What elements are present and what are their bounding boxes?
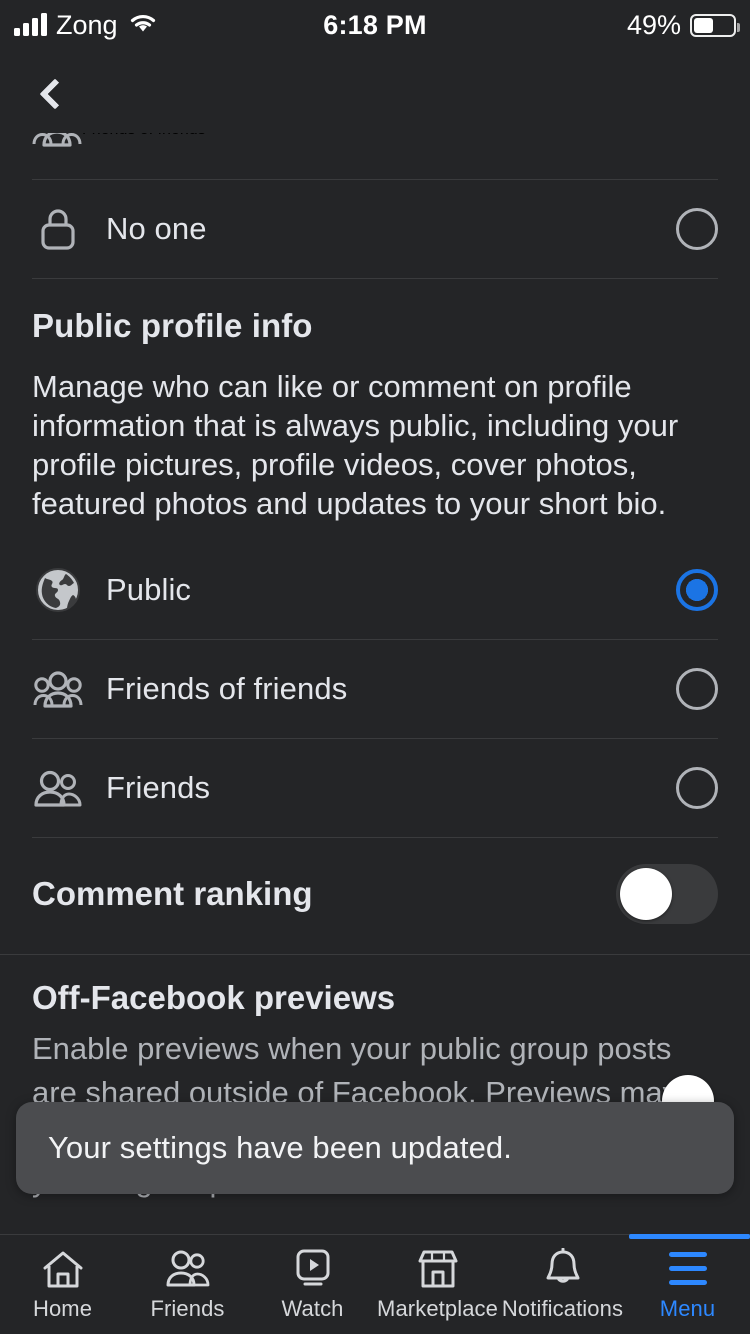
radio-public[interactable]	[676, 569, 718, 611]
marketplace-store-icon	[415, 1248, 461, 1290]
list-item[interactable]: Friends of friends	[0, 133, 750, 179]
bell-icon	[542, 1247, 584, 1290]
nav-item-notifications[interactable]: Notifications	[500, 1235, 625, 1334]
nav-label: Marketplace	[377, 1295, 498, 1321]
option-row-friends-of-friends[interactable]: Friends of friends	[0, 640, 750, 738]
status-bar-right: 49%	[626, 0, 740, 50]
nav-item-friends[interactable]: Friends	[125, 1235, 250, 1334]
nav-item-menu[interactable]: Menu	[625, 1234, 750, 1334]
nav-label: Notifications	[501, 1295, 624, 1321]
app-screen: Zong 6:18 PM 49% No one Public profile i…	[0, 0, 750, 1334]
three-people-icon	[32, 663, 84, 715]
home-icon	[41, 1248, 85, 1290]
nav-label: Menu	[659, 1295, 716, 1321]
lock-icon	[32, 203, 84, 255]
three-people-icon	[32, 133, 82, 152]
radio-no-one[interactable]	[676, 208, 718, 250]
radio-friends[interactable]	[676, 767, 718, 809]
nav-label: Watch	[281, 1295, 344, 1321]
nav-label: Friends	[150, 1295, 225, 1321]
nav-item-watch[interactable]: Watch	[250, 1235, 375, 1334]
back-button[interactable]	[22, 64, 82, 124]
battery-percent-label: 49%	[626, 9, 681, 40]
nav-item-marketplace[interactable]: Marketplace	[375, 1235, 500, 1334]
page-header	[0, 50, 750, 133]
settings-scroll-area[interactable]: Friends of friends No one Public profile…	[0, 133, 750, 1234]
option-label: Friends of friends	[106, 671, 348, 706]
section-title: Public profile info	[32, 307, 313, 344]
toast-message: Your settings have been updated.	[48, 1130, 512, 1165]
nav-item-home[interactable]: Home	[0, 1235, 125, 1334]
comment-ranking-label: Comment ranking	[32, 875, 313, 912]
hamburger-menu-icon	[668, 1248, 707, 1290]
comment-ranking-row[interactable]: Comment ranking	[0, 838, 750, 954]
watch-play-icon	[291, 1248, 335, 1290]
off-facebook-title: Off-Facebook previews	[32, 979, 396, 1016]
nav-label: Home	[32, 1295, 93, 1321]
bottom-navigation-bar: Home Friends Watch Marketplace Notificat…	[0, 1234, 750, 1334]
list-item-label: Friends of friends	[82, 133, 206, 139]
list-item-no-one[interactable]: No one	[0, 180, 750, 278]
option-label: Public	[106, 572, 192, 607]
toast-notification: Your settings have been updated.	[16, 1102, 734, 1194]
toggle-knob	[620, 868, 672, 920]
option-label: Friends	[106, 770, 211, 805]
option-row-friends[interactable]: Friends	[0, 739, 750, 837]
comment-ranking-toggle[interactable]	[616, 864, 718, 924]
public-profile-info-section: Public profile info Manage who can like …	[0, 279, 750, 954]
list-item-label: No one	[106, 211, 207, 246]
globe-icon	[32, 564, 84, 616]
two-people-icon	[32, 762, 84, 814]
battery-icon	[690, 13, 740, 37]
radio-friends-of-friends[interactable]	[676, 668, 718, 710]
status-bar: Zong 6:18 PM 49%	[0, 0, 750, 50]
back-chevron-icon	[39, 78, 71, 110]
friends-icon	[165, 1248, 211, 1290]
section-description: Manage who can like or comment on profil…	[32, 369, 679, 521]
option-row-public[interactable]: Public	[0, 541, 750, 639]
